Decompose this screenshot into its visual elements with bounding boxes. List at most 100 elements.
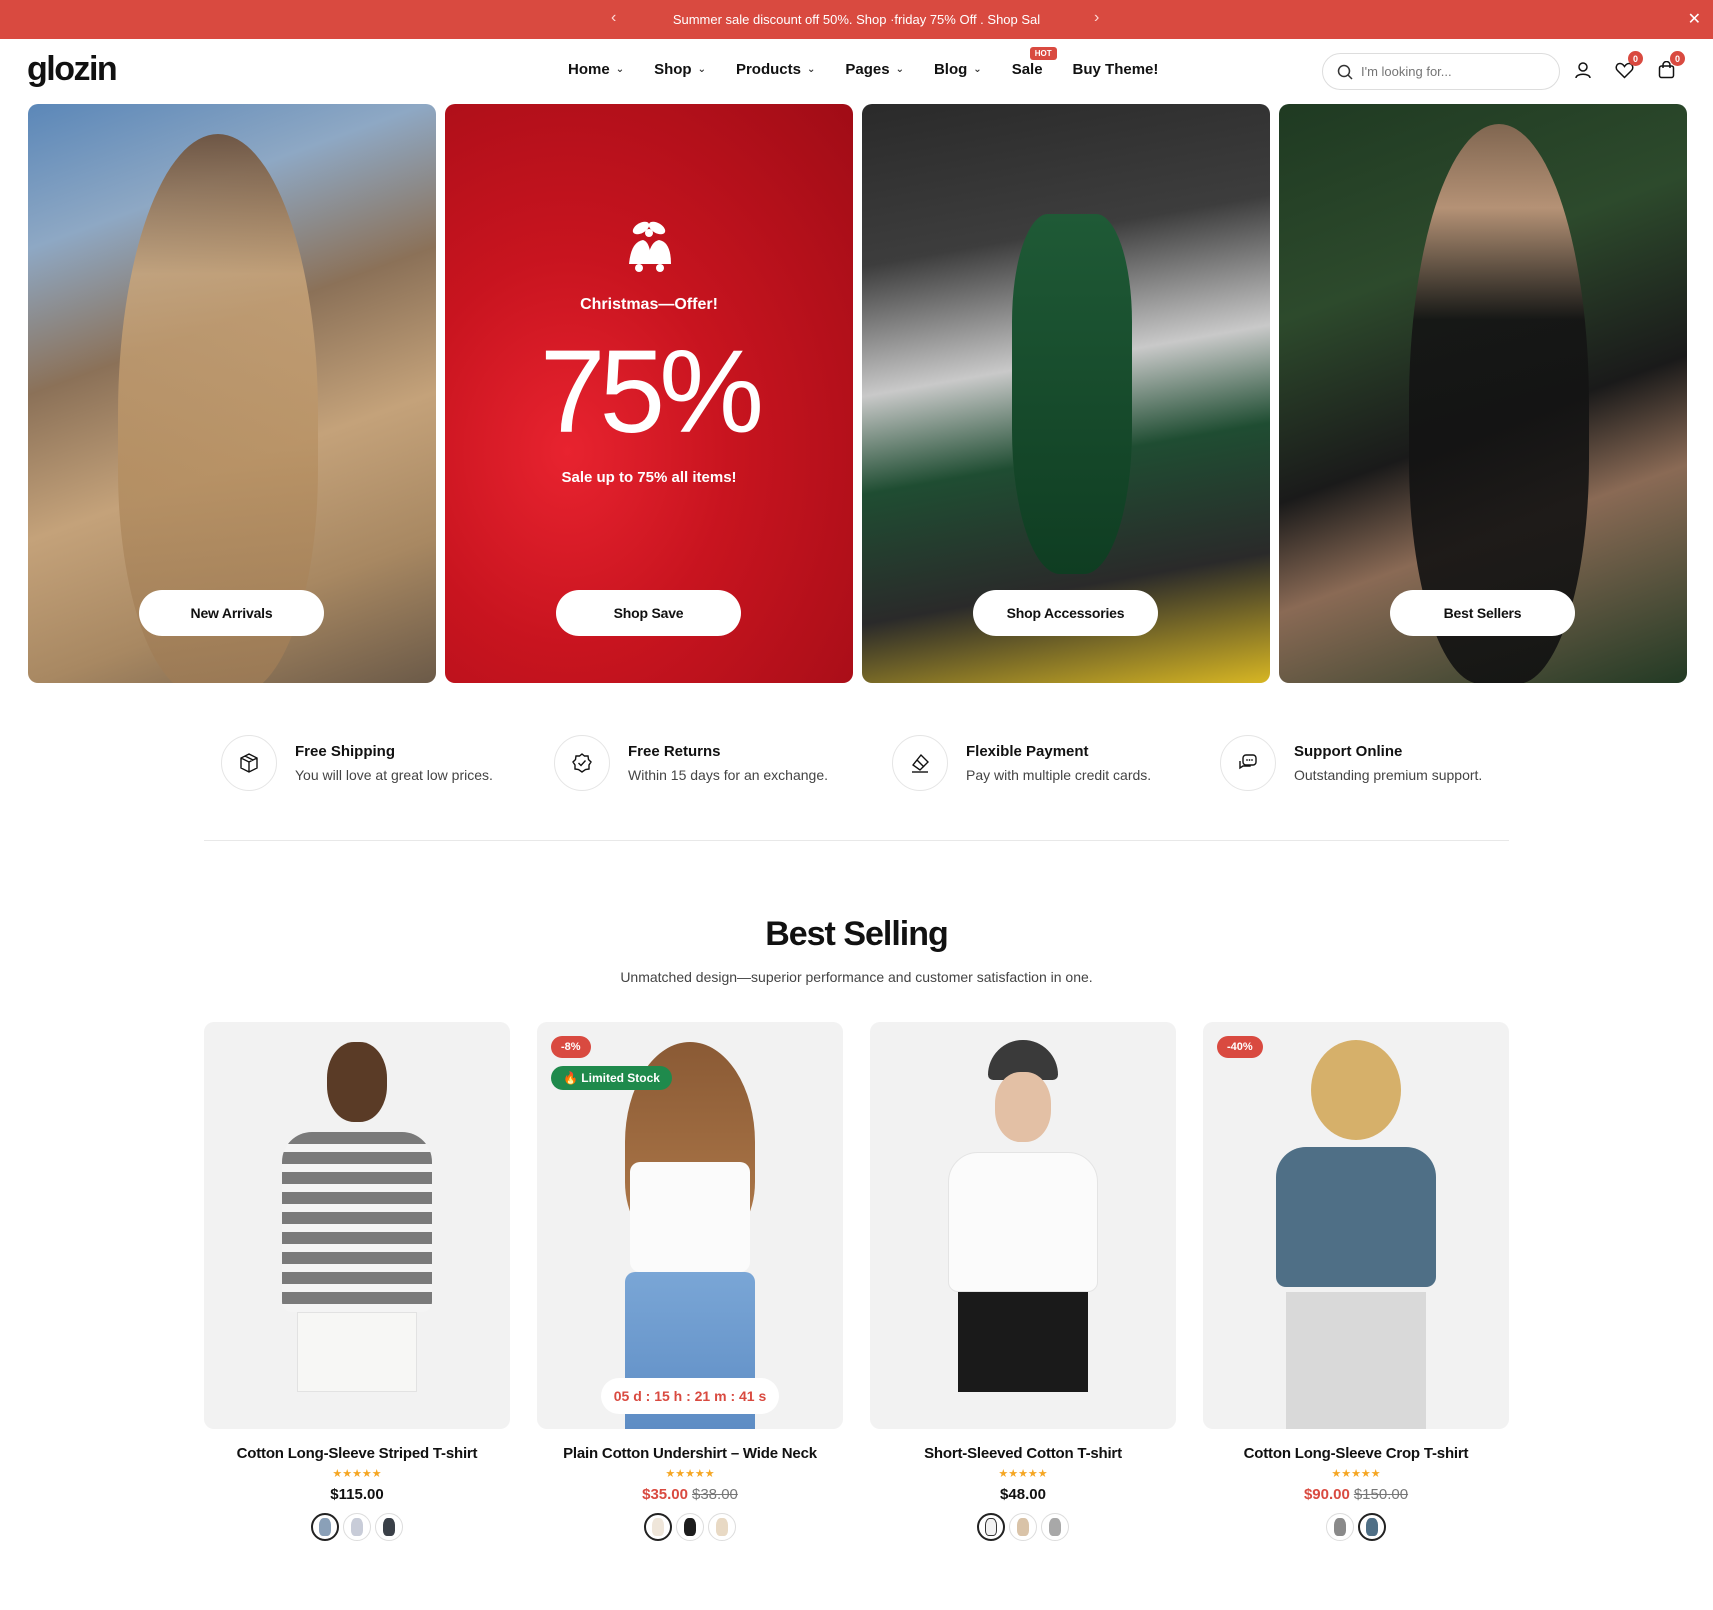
account-icon[interactable]	[1570, 57, 1596, 83]
swatch[interactable]	[1326, 1513, 1354, 1541]
product-image[interactable]	[204, 1022, 510, 1429]
model-hair	[1311, 1040, 1401, 1140]
hero-banner-best-sellers[interactable]: Best Sellers	[1279, 104, 1687, 683]
search-icon	[1337, 64, 1353, 80]
badge-label: Limited Stock	[581, 1071, 660, 1085]
swatch[interactable]	[676, 1513, 704, 1541]
wishlist-icon[interactable]: 0	[1611, 51, 1643, 83]
nav-item-home[interactable]: Home ⌄	[568, 61, 624, 78]
product-price: $48.00	[870, 1486, 1176, 1503]
chevron-down-icon: ⌄	[806, 64, 816, 75]
nav-item-buy-theme[interactable]: Buy Theme!	[1073, 61, 1159, 78]
feature-desc: Pay with multiple credit cards.	[966, 767, 1152, 783]
box-icon	[221, 735, 277, 791]
chevron-left-icon[interactable]: ‹	[611, 9, 616, 27]
section-title: Best Selling	[765, 915, 949, 953]
rating-stars: ★★★★★	[998, 1468, 1048, 1480]
swatch[interactable]	[343, 1513, 371, 1541]
feature-desc: Within 15 days for an exchange.	[628, 767, 829, 783]
swatch[interactable]	[375, 1513, 403, 1541]
product-card[interactable]: -40% Cotton Long-Sleeve Crop T-shirt ★★★…	[1203, 1022, 1509, 1541]
nav-label: Shop	[654, 61, 692, 78]
swatch[interactable]	[1041, 1513, 1069, 1541]
price: $115.00	[330, 1486, 384, 1503]
best-sellers-button[interactable]: Best Sellers	[1390, 590, 1575, 636]
product-image[interactable]: -8% 🔥 Limited Stock 05 d : 15 h : 21 m :…	[537, 1022, 843, 1429]
search-box[interactable]	[1322, 53, 1560, 90]
product-price: $115.00	[204, 1486, 510, 1503]
chevron-down-icon: ⌄	[615, 64, 625, 75]
sale-badge: -40%	[1217, 1036, 1263, 1058]
product-name[interactable]: Short-Sleeved Cotton T-shirt	[870, 1445, 1176, 1462]
nav-label: Buy Theme!	[1072, 61, 1159, 78]
swatch[interactable]	[977, 1513, 1005, 1541]
hero-banner-accessories[interactable]: Shop Accessories	[862, 104, 1270, 683]
sale-price: $90.00	[1303, 1486, 1350, 1503]
product-card[interactable]: -8% 🔥 Limited Stock 05 d : 15 h : 21 m :…	[537, 1022, 843, 1541]
cart-icon[interactable]: 0	[1653, 51, 1685, 83]
badge-check-icon	[554, 735, 610, 791]
swatch[interactable]	[311, 1513, 339, 1541]
cart-count-badge: 0	[1670, 51, 1685, 66]
main-nav: Home ⌄ Shop ⌄ Products ⌄ Pages ⌄ Blog ⌄ HOT Sa…	[568, 47, 1188, 78]
crop-tshirt-image	[1276, 1147, 1436, 1287]
hero-banner-new-arrivals[interactable]: New Arrivals	[28, 104, 436, 683]
countdown-timer: 05 d : 15 h : 21 m : 41 s	[601, 1378, 779, 1414]
search-input[interactable]	[1361, 64, 1541, 79]
hero-banner-christmas-offer[interactable]: Christmas—Offer! 75% Sale up to 75% all …	[445, 104, 853, 683]
sale-badge: -8%	[551, 1036, 591, 1058]
nav-label: Sale	[1011, 61, 1043, 78]
features-row: Free Shipping You will love at great low…	[0, 735, 1713, 795]
nav-label: Products	[735, 61, 801, 78]
model-head	[327, 1042, 387, 1122]
announcement-text[interactable]: Summer sale discount off 50%. Shop ·frid…	[673, 12, 1040, 27]
nav-item-products[interactable]: Products ⌄	[736, 61, 815, 78]
product-card[interactable]: Short-Sleeved Cotton T-shirt ★★★★★ $48.0…	[870, 1022, 1176, 1541]
new-arrivals-button[interactable]: New Arrivals	[139, 590, 324, 636]
feature-free-returns: Free Returns Within 15 days for an excha…	[554, 735, 828, 791]
product-name[interactable]: Plain Cotton Undershirt – Wide Neck	[537, 1445, 843, 1462]
nav-item-blog[interactable]: Blog ⌄	[934, 61, 982, 78]
swatch[interactable]	[644, 1513, 672, 1541]
nav-item-sale[interactable]: HOT Sale	[1011, 47, 1057, 78]
shop-save-button[interactable]: Shop Save	[556, 590, 741, 636]
white-skirt-image	[297, 1312, 417, 1392]
product-name[interactable]: Cotton Long-Sleeve Striped T-shirt	[204, 1445, 510, 1462]
color-swatches	[204, 1513, 510, 1541]
product-image[interactable]	[870, 1022, 1176, 1429]
nav-item-pages[interactable]: Pages ⌄	[845, 61, 904, 78]
announcement-bar: ‹ Summer sale discount off 50%. Shop ·fr…	[0, 0, 1713, 39]
rating-stars: ★★★★★	[332, 1468, 382, 1480]
feature-title: Free Returns	[628, 743, 721, 760]
color-swatches	[537, 1513, 843, 1541]
close-icon[interactable]: ✕	[1688, 9, 1701, 29]
section-divider	[204, 840, 1509, 841]
swatch[interactable]	[708, 1513, 736, 1541]
feature-support-online: Support Online Outstanding premium suppo…	[1220, 735, 1482, 791]
feature-free-shipping: Free Shipping You will love at great low…	[221, 735, 493, 791]
color-swatches	[1203, 1513, 1509, 1541]
logo[interactable]: glozin	[27, 50, 118, 89]
christmas-bells-icon	[629, 221, 671, 272]
limited-stock-badge: 🔥 Limited Stock	[551, 1066, 672, 1090]
shop-accessories-button[interactable]: Shop Accessories	[973, 590, 1158, 636]
product-price: $35.00 $38.00	[537, 1486, 843, 1503]
nav-label: Blog	[933, 61, 968, 78]
swatch[interactable]	[1358, 1513, 1386, 1541]
feature-flexible-payment: Flexible Payment Pay with multiple credi…	[892, 735, 1151, 791]
nav-label: Home	[568, 61, 610, 78]
product-card[interactable]: Cotton Long-Sleeve Striped T-shirt ★★★★★…	[204, 1022, 510, 1541]
offer-title: Christmas—Offer!	[580, 296, 718, 313]
chevron-right-icon[interactable]: ›	[1094, 9, 1099, 27]
chevron-down-icon: ⌄	[895, 64, 904, 75]
offer-percentage: 75%	[539, 326, 764, 458]
old-price: $38.00	[692, 1486, 738, 1503]
product-name[interactable]: Cotton Long-Sleeve Crop T-shirt	[1203, 1445, 1509, 1462]
section-subtitle: Unmatched design—superior performance an…	[620, 969, 1093, 985]
price: $48.00	[1000, 1486, 1046, 1503]
nav-item-shop[interactable]: Shop ⌄	[654, 61, 706, 78]
fire-icon: 🔥	[563, 1071, 582, 1085]
product-image[interactable]: -40%	[1203, 1022, 1509, 1429]
swatch[interactable]	[1009, 1513, 1037, 1541]
site-header: glozin Home ⌄ Shop ⌄ Products ⌄ Pages ⌄ Blog…	[0, 39, 1713, 103]
